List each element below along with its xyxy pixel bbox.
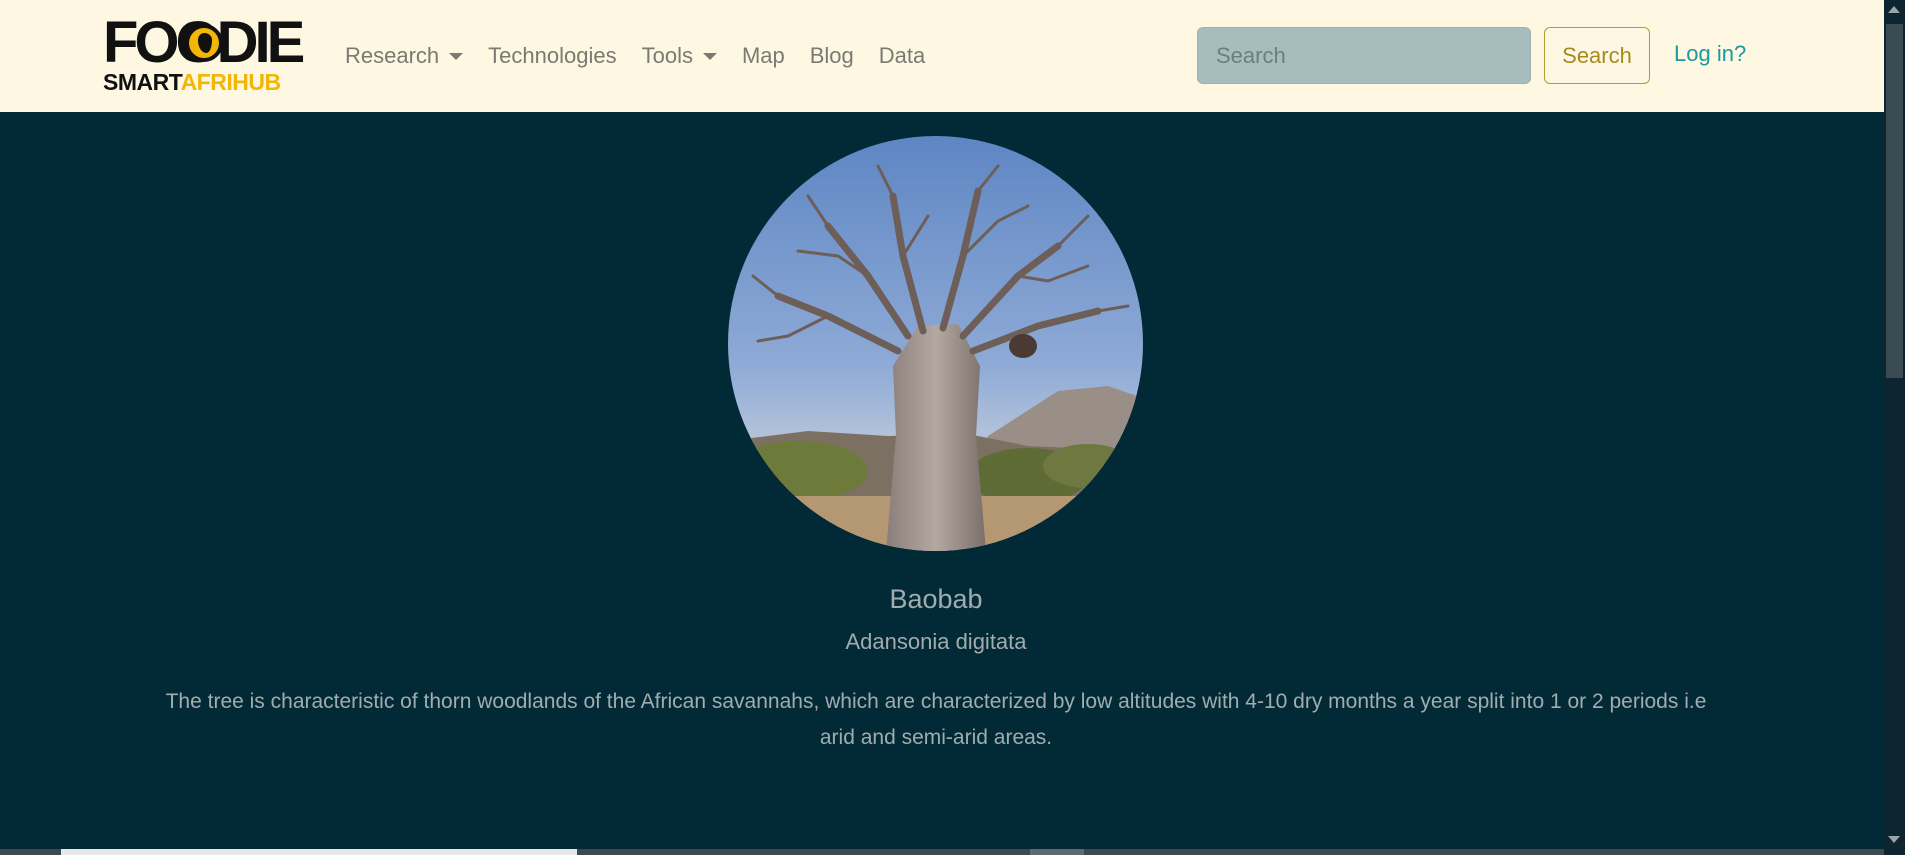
- nav-item-label: Data: [878, 43, 926, 68]
- vertical-scrollbar[interactable]: [1884, 0, 1905, 855]
- scroll-down-icon[interactable]: [1888, 836, 1900, 843]
- logo-smart-text: SMART: [103, 69, 181, 95]
- nav-item-label: Blog: [809, 43, 854, 68]
- horizontal-scrollbar[interactable]: [0, 849, 1884, 855]
- chevron-down-icon: [449, 52, 464, 60]
- nav-item-data[interactable]: Data: [879, 43, 925, 69]
- search-button[interactable]: Search: [1544, 27, 1650, 84]
- logo-wordmark-bottom: SMARTAFRIHUB: [103, 69, 281, 95]
- nav-item-label: Map: [741, 43, 785, 68]
- nav-item-map[interactable]: Map: [742, 43, 785, 69]
- navbar: FOODIE SMARTAFRIHUB Research Technologie…: [0, 0, 1884, 112]
- main-nav: Research Technologies Tools Map Blog Dat…: [345, 38, 950, 74]
- nav-item-tools[interactable]: Tools: [642, 43, 717, 69]
- plant-scientific-name: Adansonia digitata: [845, 629, 1027, 654]
- logo-afrihub-text: AFRIHUB: [180, 69, 282, 95]
- page: FOODIE SMARTAFRIHUB Research Technologie…: [0, 0, 1905, 855]
- horizontal-scrollbar-marker: [1030, 849, 1084, 855]
- africa-globe-icon: [185, 24, 223, 62]
- plant-description: The tree is characteristic of thorn wood…: [165, 690, 1707, 749]
- nav-item-blog[interactable]: Blog: [810, 43, 854, 69]
- nav-item-research[interactable]: Research: [345, 43, 464, 69]
- scrollbar-thumb[interactable]: [1886, 24, 1903, 378]
- chevron-down-icon: [702, 52, 717, 60]
- baobab-tree-photo: [728, 136, 1143, 551]
- scroll-up-icon[interactable]: [1888, 6, 1900, 13]
- nav-item-label: Tools: [641, 43, 693, 68]
- foodie-smartafrihub-logo[interactable]: FOODIE SMARTAFRIHUB: [103, 14, 311, 96]
- nav-item-label: Research: [345, 43, 440, 68]
- horizontal-scrollbar-thumb[interactable]: [61, 849, 577, 855]
- search-input[interactable]: [1197, 27, 1531, 84]
- plant-common-name: Baobab: [889, 584, 983, 614]
- nav-item-label: Technologies: [488, 43, 617, 68]
- login-link[interactable]: Log in?: [1674, 41, 1746, 67]
- nav-item-technologies[interactable]: Technologies: [488, 43, 616, 69]
